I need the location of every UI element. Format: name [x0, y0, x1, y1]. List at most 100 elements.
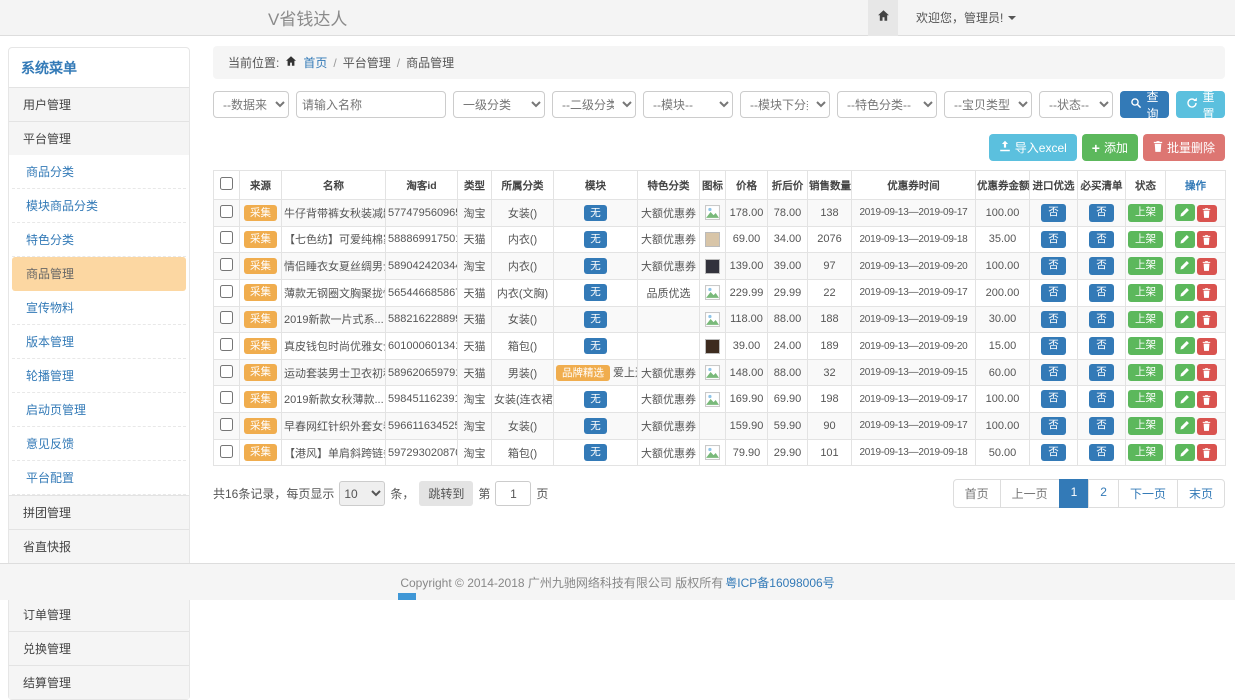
page-last[interactable]: 末页: [1177, 479, 1225, 508]
delete-button[interactable]: [1197, 284, 1217, 301]
add-button[interactable]: + 添加: [1082, 134, 1138, 161]
delete-button[interactable]: [1197, 418, 1217, 435]
page-1[interactable]: 1: [1059, 479, 1090, 508]
data-source-select[interactable]: --数据来源--: [213, 91, 289, 118]
status-button[interactable]: 上架: [1128, 337, 1163, 355]
delete-button[interactable]: [1197, 205, 1217, 222]
delete-button[interactable]: [1197, 364, 1217, 381]
delete-button[interactable]: [1197, 338, 1217, 355]
status-button[interactable]: 上架: [1128, 284, 1163, 302]
name-input[interactable]: [296, 91, 446, 118]
edit-button[interactable]: [1175, 337, 1195, 354]
delete-button[interactable]: [1197, 258, 1217, 275]
mustbuy-flag-button[interactable]: 否: [1089, 364, 1114, 382]
edit-button[interactable]: [1175, 364, 1195, 381]
batch-delete-button[interactable]: 批量删除: [1143, 134, 1225, 161]
status-button[interactable]: 上架: [1128, 257, 1163, 275]
sidebar-item-express-news[interactable]: 省直快报: [9, 529, 189, 563]
import-flag-button[interactable]: 否: [1041, 311, 1066, 329]
mustbuy-flag-button[interactable]: 否: [1089, 231, 1114, 249]
edit-button[interactable]: [1175, 311, 1195, 328]
sidebar-item-goods-mgmt[interactable]: 商品管理: [12, 257, 186, 291]
row-checkbox[interactable]: [220, 338, 233, 351]
mustbuy-flag-button[interactable]: 否: [1089, 311, 1114, 329]
breadcrumb-home-link[interactable]: 首页: [303, 54, 327, 71]
module-sub-category-select[interactable]: --模块下分类--: [740, 91, 830, 118]
sidebar-item-settlement-mgmt[interactable]: 结算管理: [9, 665, 189, 699]
sidebar-item-feature-category[interactable]: 特色分类: [12, 223, 186, 257]
edit-button[interactable]: [1175, 257, 1195, 274]
import-flag-button[interactable]: 否: [1041, 257, 1066, 275]
sidebar-item-order-mgmt[interactable]: 订单管理: [9, 597, 189, 631]
edit-button[interactable]: [1175, 444, 1195, 461]
sidebar-item-version-mgmt[interactable]: 版本管理: [12, 325, 186, 359]
mustbuy-flag-button[interactable]: 否: [1089, 284, 1114, 302]
mustbuy-flag-button[interactable]: 否: [1089, 257, 1114, 275]
sidebar-item-promo-material[interactable]: 宣传物料: [12, 291, 186, 325]
delete-button[interactable]: [1197, 444, 1217, 461]
import-flag-button[interactable]: 否: [1041, 417, 1066, 435]
page-number-input[interactable]: [495, 481, 531, 506]
delete-button[interactable]: [1197, 391, 1217, 408]
level1-category-select[interactable]: 一级分类: [453, 91, 545, 118]
import-flag-button[interactable]: 否: [1041, 231, 1066, 249]
import-flag-button[interactable]: 否: [1041, 204, 1066, 222]
sidebar-item-platform-mgmt[interactable]: 平台管理: [9, 121, 189, 155]
import-excel-button[interactable]: 导入excel: [989, 134, 1077, 161]
mustbuy-flag-button[interactable]: 否: [1089, 390, 1114, 408]
edit-button[interactable]: [1175, 204, 1195, 221]
home-button[interactable]: [868, 0, 898, 36]
row-checkbox[interactable]: [220, 365, 233, 378]
import-flag-button[interactable]: 否: [1041, 364, 1066, 382]
search-button[interactable]: 查询: [1120, 91, 1169, 118]
level2-category-select[interactable]: --二级分类--: [552, 91, 636, 118]
edit-button[interactable]: [1175, 391, 1195, 408]
edit-button[interactable]: [1175, 417, 1195, 434]
row-checkbox[interactable]: [220, 391, 233, 404]
module-select[interactable]: --模块--: [643, 91, 733, 118]
status-button[interactable]: 上架: [1128, 417, 1163, 435]
mustbuy-flag-button[interactable]: 否: [1089, 204, 1114, 222]
jump-button[interactable]: 跳转到: [419, 481, 473, 506]
page-2[interactable]: 2: [1088, 479, 1119, 508]
item-type-select[interactable]: --宝贝类型--: [944, 91, 1032, 118]
status-button[interactable]: 上架: [1128, 444, 1163, 462]
mustbuy-flag-button[interactable]: 否: [1089, 417, 1114, 435]
sidebar-item-feedback[interactable]: 意见反馈: [12, 427, 186, 461]
status-select[interactable]: --状态--: [1039, 91, 1113, 118]
mustbuy-flag-button[interactable]: 否: [1089, 444, 1114, 462]
import-flag-button[interactable]: 否: [1041, 284, 1066, 302]
edit-button[interactable]: [1175, 231, 1195, 248]
status-button[interactable]: 上架: [1128, 311, 1163, 329]
row-checkbox[interactable]: [220, 445, 233, 458]
status-button[interactable]: 上架: [1128, 364, 1163, 382]
import-flag-button[interactable]: 否: [1041, 337, 1066, 355]
edit-button[interactable]: [1175, 284, 1195, 301]
sidebar-item-exchange-mgmt[interactable]: 兑换管理: [9, 631, 189, 665]
status-button[interactable]: 上架: [1128, 390, 1163, 408]
row-checkbox[interactable]: [220, 311, 233, 324]
sidebar-item-platform-config[interactable]: 平台配置: [12, 461, 186, 495]
icp-link[interactable]: 粤ICP备16098006号: [725, 574, 834, 591]
status-button[interactable]: 上架: [1128, 231, 1163, 249]
sidebar-item-module-goods-category[interactable]: 模块商品分类: [12, 189, 186, 223]
sidebar-item-groupbuy-mgmt[interactable]: 拼团管理: [9, 495, 189, 529]
mustbuy-flag-button[interactable]: 否: [1089, 337, 1114, 355]
sidebar-item-user-mgmt[interactable]: 用户管理: [9, 87, 189, 121]
status-button[interactable]: 上架: [1128, 204, 1163, 222]
row-checkbox[interactable]: [220, 418, 233, 431]
page-next[interactable]: 下一页: [1118, 479, 1178, 508]
import-flag-button[interactable]: 否: [1041, 390, 1066, 408]
import-flag-button[interactable]: 否: [1041, 444, 1066, 462]
row-checkbox[interactable]: [220, 258, 233, 271]
sidebar-item-splash-mgmt[interactable]: 启动页管理: [12, 393, 186, 427]
row-checkbox[interactable]: [220, 205, 233, 218]
page-size-select[interactable]: 10: [339, 481, 385, 506]
delete-button[interactable]: [1197, 231, 1217, 248]
delete-button[interactable]: [1197, 311, 1217, 328]
page-first[interactable]: 首页: [953, 479, 1001, 508]
sidebar-item-goods-category[interactable]: 商品分类: [12, 155, 186, 189]
feature-category-select[interactable]: --特色分类--: [837, 91, 937, 118]
row-checkbox[interactable]: [220, 285, 233, 298]
sidebar-item-carousel-mgmt[interactable]: 轮播管理: [12, 359, 186, 393]
